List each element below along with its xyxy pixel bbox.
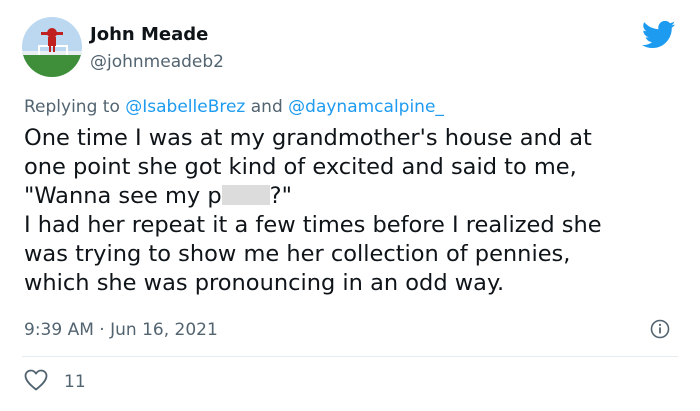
tweet-card: John Meade @johnmeadeb2 Replying to @Isa… — [0, 0, 700, 411]
reply-handle-link[interactable]: @daynamcalpine_ — [288, 97, 444, 117]
tweet-text-line: I had her repeat it a few times before I… — [24, 212, 602, 238]
info-icon[interactable] — [650, 319, 670, 339]
meta-separator: · — [99, 320, 105, 340]
reply-handle-link[interactable]: @IsabelleBrez — [125, 97, 245, 117]
tweet-text-line: "Wanna see my p ?" — [24, 182, 690, 211]
tweet-text-line: was trying to show me her collection of … — [24, 241, 571, 267]
tweet-text-line: one point she got kind of excited and sa… — [24, 154, 577, 180]
display-name[interactable]: John Meade — [90, 24, 208, 45]
tweet-text-fragment: ?" — [269, 183, 292, 209]
user-handle[interactable]: @johnmeadeb2 — [90, 52, 224, 72]
redaction-block — [221, 185, 270, 205]
avatar[interactable] — [22, 17, 82, 77]
like-count: 11 — [64, 372, 86, 392]
reply-context: Replying to @IsabelleBrez and @daynamcal… — [24, 97, 444, 117]
tweet-date: Jun 16, 2021 — [110, 320, 218, 340]
tweet-timestamp[interactable]: 9:39 AM · Jun 16, 2021 — [24, 320, 218, 340]
tweet-text-fragment: "Wanna see my p — [24, 183, 222, 209]
twitter-bird-icon[interactable] — [641, 20, 676, 50]
divider — [22, 356, 678, 357]
reply-joiner: and — [250, 97, 283, 117]
heart-icon — [24, 369, 48, 395]
reply-prefix: Replying to — [24, 97, 120, 117]
like-button[interactable]: 11 — [24, 369, 86, 395]
tweet-text-line: One time I was at my grandmother's house… — [24, 125, 592, 151]
tweet-time: 9:39 AM — [24, 320, 94, 340]
tweet-text: One time I was at my grandmother's house… — [24, 124, 690, 298]
tweet-text-line: which she was pronouncing in an odd way. — [24, 270, 505, 296]
